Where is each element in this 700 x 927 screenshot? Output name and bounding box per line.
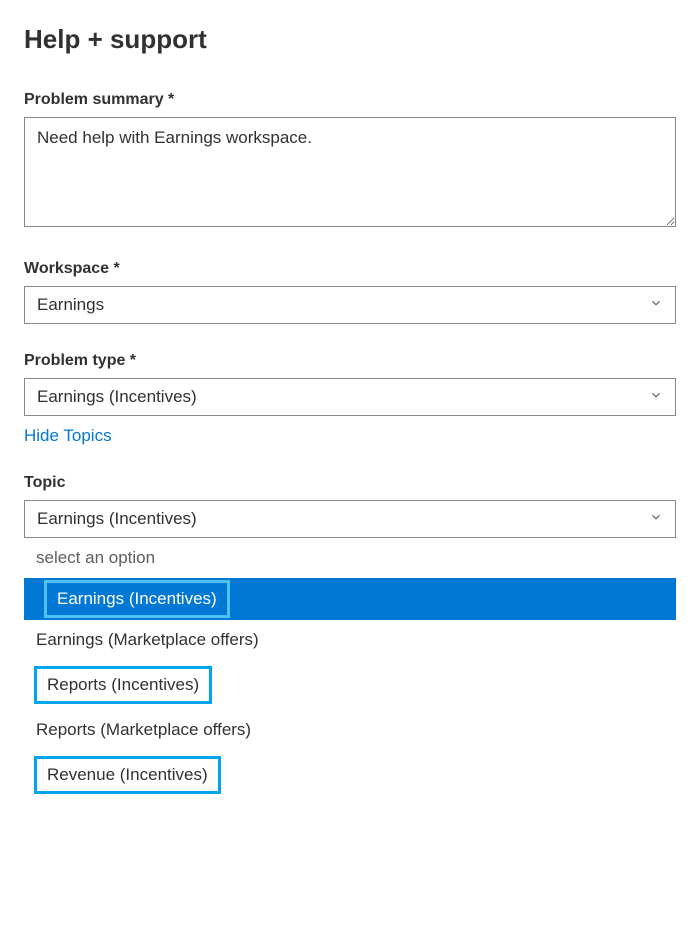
topic-dropdown-list: select an option Earnings (Incentives) E… xyxy=(24,538,676,800)
topic-selected-value: Earnings (Incentives) xyxy=(37,509,197,529)
topic-group: Topic Earnings (Incentives) select an op… xyxy=(24,474,676,800)
problem-type-group: Problem type * Earnings (Incentives) Hid… xyxy=(24,352,676,446)
workspace-selected-value: Earnings xyxy=(37,295,104,315)
problem-type-selected-value: Earnings (Incentives) xyxy=(37,387,197,407)
workspace-label: Workspace * xyxy=(24,260,676,278)
topic-option-revenue-incentives[interactable]: Revenue (Incentives) xyxy=(34,756,221,794)
topic-option-earnings-marketplace[interactable]: Earnings (Marketplace offers) xyxy=(24,620,676,660)
problem-summary-input[interactable] xyxy=(24,117,676,227)
topic-select[interactable]: Earnings (Incentives) xyxy=(24,500,676,538)
hide-topics-link[interactable]: Hide Topics xyxy=(24,426,112,446)
chevron-down-icon xyxy=(649,509,663,529)
chevron-down-icon xyxy=(649,387,663,407)
problem-type-select[interactable]: Earnings (Incentives) xyxy=(24,378,676,416)
chevron-down-icon xyxy=(649,295,663,315)
problem-summary-group: Problem summary * xyxy=(24,91,676,232)
topic-option-earnings-incentives[interactable]: Earnings (Incentives) xyxy=(44,580,230,618)
workspace-group: Workspace * Earnings xyxy=(24,260,676,324)
topic-option-reports-marketplace[interactable]: Reports (Marketplace offers) xyxy=(24,710,676,750)
workspace-select[interactable]: Earnings xyxy=(24,286,676,324)
problem-type-label: Problem type * xyxy=(24,352,676,370)
topic-option-placeholder[interactable]: select an option xyxy=(24,538,676,578)
problem-summary-label: Problem summary * xyxy=(24,91,676,109)
topic-label: Topic xyxy=(24,474,676,492)
page-title: Help + support xyxy=(24,24,676,55)
topic-option-reports-incentives[interactable]: Reports (Incentives) xyxy=(34,666,212,704)
